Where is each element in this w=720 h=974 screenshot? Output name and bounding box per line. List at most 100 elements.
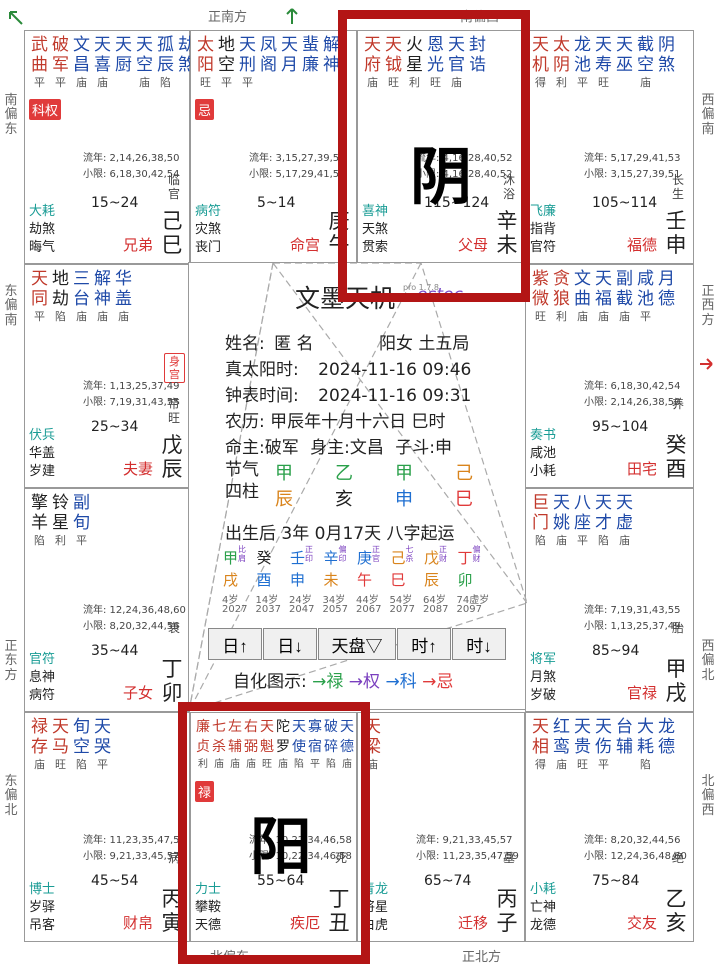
palace-mao[interactable]: 擎羊陷铃星利副旬平流年: 12,24,36,48,60 小限: 8,20,32,4… (24, 488, 190, 712)
decade-range: 105~114 (592, 195, 658, 211)
star-item: 龙池平 (572, 35, 593, 91)
star-list: 紫微旺贪狼利文曲庙天福庙副截庙咸池平月德 (530, 269, 677, 325)
day-down-button[interactable]: 日↓ (263, 628, 317, 660)
dayun-branch: 申 (290, 571, 306, 589)
star-char-top: 凤 (260, 35, 277, 55)
jiangqian-god: 灾煞 (195, 222, 222, 237)
star-item: 擎羊陷 (29, 493, 50, 549)
liunian-years: 流年: 3,15,27,39,51 (249, 153, 346, 164)
star-char-top: 贪 (553, 269, 570, 289)
decade-range: 95~104 (592, 419, 649, 435)
direction-right-bot: 北偏西 (701, 774, 715, 818)
jiangqian-god: 劫煞 (29, 222, 56, 237)
liunian-years: 流年: 8,20,32,44,56 (584, 835, 681, 846)
star-brightness: 得 (535, 76, 546, 89)
palace-stem: 癸 (665, 433, 687, 457)
star-item: 天寿旺 (593, 35, 614, 91)
star-brightness: 庙 (118, 310, 129, 323)
star-char-top: 阴 (658, 35, 675, 55)
zidou-label: 子斗: (395, 438, 436, 458)
changsheng-stage: 胎 (671, 621, 684, 635)
direction-right-top: 西偏南 (701, 93, 715, 137)
star-char-bottom: 阴 (553, 55, 570, 75)
suiqian-god: 病符 (195, 204, 222, 219)
direction-left-mid2: 正东方 (4, 639, 18, 683)
star-item: 武曲平 (29, 35, 50, 91)
star-item: 月德 (656, 269, 677, 325)
palace-si[interactable]: 武曲平破军平文昌庙天喜庙天厨天空庙孤辰陷劫煞科权 流年: 2,14,26,38,5… (24, 30, 195, 264)
star-brightness: 陷 (160, 76, 171, 89)
star-char-top: 天 (532, 717, 549, 737)
star-char-top: 蜚 (302, 35, 319, 55)
star-item: 破军平 (50, 35, 71, 91)
palace-branch: 酉 (665, 457, 687, 481)
star-char-top: 天 (595, 269, 612, 289)
star-item: 凤阁 (258, 35, 279, 91)
star-char-bottom: 耗 (637, 737, 654, 757)
star-item: 华盖庙 (113, 269, 134, 325)
star-char-bottom: 池 (574, 55, 591, 75)
star-item: 旬空陷 (71, 717, 92, 773)
star-char-bottom: 羊 (31, 513, 48, 533)
star-brightness: 旺 (55, 758, 66, 771)
palace-branch: 辰 (161, 457, 183, 481)
palace-hai[interactable]: 天相得红鸾庙天贵旺天伤平台辅大耗陷龙德流年: 8,20,32,44,56 小限: … (525, 712, 694, 942)
ming-value: 破军 (264, 438, 299, 458)
star-char-top: 咸 (637, 269, 654, 289)
suijian-god: 小耗 (530, 464, 557, 479)
star-item: 龙德 (656, 717, 677, 773)
star-brightness: 平 (97, 758, 108, 771)
star-char-bottom: 鸾 (553, 737, 570, 757)
tianpan-dropdown-button[interactable]: 天盘▽ (318, 628, 396, 660)
solar-time-label: 真太阳时: (225, 360, 299, 380)
xiaoxian-years: 小限: 8,20,32,44,56 (83, 621, 180, 632)
star-brightness: 陷 (55, 310, 66, 323)
decade-range: 85~94 (592, 643, 640, 659)
star-item: 大耗陷 (635, 717, 656, 773)
star-item: 孤辰陷 (155, 35, 176, 91)
star-char-bottom: 寿 (595, 55, 612, 75)
direction-left-mid1: 东偏南 (4, 284, 18, 328)
star-char-bottom: 截 (616, 289, 633, 309)
star-brightness: 平 (242, 76, 253, 89)
star-brightness: 庙 (619, 534, 630, 547)
dayun-shishen: 七杀 (405, 545, 414, 563)
liunian-years: 流年: 5,17,29,41,53 (584, 153, 681, 164)
palace-wu[interactable]: 太阳旺地空平天刑平凤阁天月蜚廉解神忌流年: 3,15,27,39,51 小限: 5… (190, 30, 357, 264)
star-char-top: 天 (94, 35, 111, 55)
star-list: 天机得太阴利龙池平天寿旺天巫截空庙阴煞 (530, 35, 677, 91)
changsheng-stage: 绝 (671, 851, 684, 865)
name-value: 匿 名 (274, 334, 314, 354)
star-list: 擎羊陷铃星利副旬平 (29, 493, 92, 549)
dayun-stem: 己 (390, 549, 406, 567)
palace-yin[interactable]: 禄存庙天马旺旬空陷天哭平流年: 11,23,35,47,59 小限: 9,21,3… (24, 712, 190, 942)
palace-stem: 乙 (665, 887, 687, 911)
star-item: 铃星利 (50, 493, 71, 549)
day-up-button[interactable]: 日↑ (208, 628, 262, 660)
xiaoxian-years: 小限: 7,19,31,43,55 (83, 397, 180, 408)
palace-you[interactable]: 紫微旺贪狼利文曲庙天福庙副截庙咸池平月德流年: 6,18,30,42,54 小限:… (525, 264, 694, 488)
star-char-top: 台 (616, 717, 633, 737)
hour-up-button[interactable]: 时↑ (397, 628, 451, 660)
palace-xu[interactable]: 巨门陷天姚庙八座平天才陷天虚庙流年: 7,19,31,43,55 小限: 1,13… (525, 488, 694, 712)
dayun-year: 2057 (322, 604, 348, 615)
hour-down-button[interactable]: 时↓ (452, 628, 506, 660)
star-char-bottom: 福 (595, 289, 612, 309)
lunar-value: 甲辰年十月十六日 巳时 (270, 412, 446, 432)
overlay-char-bottom: 阳 (250, 810, 313, 883)
star-brightness: 旺 (577, 758, 588, 771)
suiqian-god: 飞廉 (530, 204, 557, 219)
star-brightness: 平 (34, 76, 45, 89)
palace-chen[interactable]: 天同平地劫陷三台庙解神庙华盖庙身宫 流年: 1,13,25,37,49 小限: 7,… (24, 264, 190, 488)
mutagen-tag: 科权 (29, 99, 62, 120)
suiqian-god: 奏书 (530, 428, 557, 443)
mutagen-tag: 忌 (195, 99, 215, 120)
palace-zi[interactable]: 天梁庙流年: 9,21,33,45,57 小限: 11,23,35,47,59 墓 6… (357, 712, 525, 942)
liunian-years: 流年: 7,19,31,43,55 (584, 605, 681, 616)
xiaoxian-years: 小限: 5,17,29,41,53 (249, 169, 346, 180)
star-brightness: 庙 (598, 310, 609, 323)
dayun-shishen: 比肩 (238, 545, 246, 563)
palace-shen[interactable]: 天机得太阴利龙池平天寿旺天巫截空庙阴煞流年: 5,17,29,41,53 小限: … (525, 30, 694, 264)
star-brightness: 利 (556, 310, 567, 323)
star-char-top: 文 (73, 35, 90, 55)
